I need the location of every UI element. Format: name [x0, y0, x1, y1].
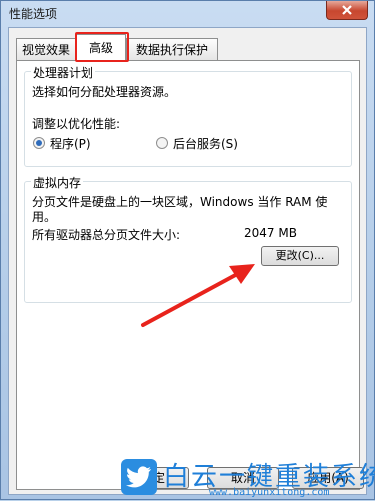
- window-title: 性能选项: [9, 7, 58, 21]
- close-icon: [342, 5, 352, 15]
- dialog-client-area: 视觉效果 高级 数据执行保护 处理器计划 选择如何分配处理器资源。 调整以优化性…: [8, 27, 367, 495]
- cancel-button[interactable]: 取消: [207, 467, 279, 489]
- ok-button[interactable]: 定: [129, 467, 189, 489]
- apply-button[interactable]: 应用(A): [292, 467, 364, 489]
- pointer-arrow: [141, 264, 255, 327]
- title-bar[interactable]: 性能选项: [1, 1, 374, 27]
- performance-options-window: 性能选项 视觉效果 高级 数据执行保护 处理器计划 选择如何分配处理器资源。 调…: [0, 0, 375, 500]
- close-button[interactable]: [326, 1, 368, 20]
